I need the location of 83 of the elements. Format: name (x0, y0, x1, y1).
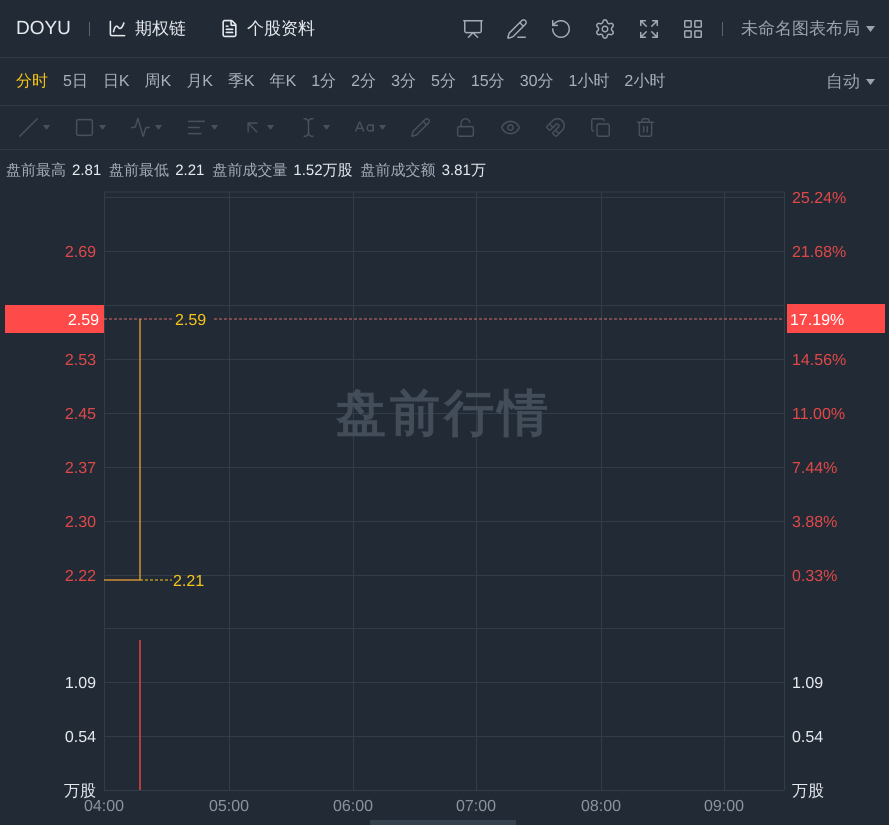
period-tab[interactable]: 1小时 (568, 71, 610, 92)
price-axis-label: 2.45 (64, 406, 96, 423)
magnet-icon (545, 117, 566, 138)
stat-value: 3.81万 (442, 160, 486, 180)
stat-value: 2.81 (72, 162, 102, 178)
rectangle-icon (74, 117, 95, 138)
caret-icon (866, 26, 875, 32)
period-tab[interactable]: 5分 (430, 71, 456, 92)
percent-axis-label: 0.33% (792, 568, 838, 585)
volume-unit-label: 万股 (792, 783, 824, 800)
percent-axis-label: 21.68% (792, 244, 846, 261)
percent-axis-label: 14.56% (792, 352, 846, 369)
scale-dropdown[interactable]: 自动 (826, 70, 875, 93)
pencil-icon (410, 117, 431, 138)
drawing-tool-button[interactable] (130, 117, 162, 138)
header-link[interactable]: 个股资料 (220, 17, 315, 40)
drawing-tool-button[interactable] (18, 117, 50, 138)
period-tab[interactable]: 2小时 (624, 71, 666, 92)
stat-value: 1.52万股 (293, 160, 353, 180)
percent-axis-label: 25.24% (792, 190, 846, 207)
settings-icon[interactable] (594, 18, 616, 40)
stat-label: 盘前成交额 (360, 160, 436, 180)
percent-axis-label: 11.00% (792, 406, 846, 423)
trash-icon (635, 117, 656, 138)
volume-unit-label: 万股 (64, 783, 96, 800)
period-tab[interactable]: 季K (228, 71, 255, 92)
stat-label: 盘前最低 (109, 160, 170, 180)
header-link[interactable]: 期权链 (108, 17, 186, 40)
time-axis-label: 08:00 (580, 798, 622, 815)
drawing-tool-button[interactable] (455, 117, 476, 138)
price-axis-label: 2.69 (64, 244, 96, 261)
period-tab[interactable]: 分时 (16, 71, 48, 92)
last-price-tag: 2.59 (5, 305, 104, 333)
period-tab[interactable]: 年K (270, 71, 296, 92)
stat-label: 盘前成交量 (212, 160, 288, 180)
period-tab[interactable]: 月K (186, 71, 213, 92)
document-icon (220, 19, 239, 38)
drawing-tool-button[interactable] (74, 117, 106, 138)
chart-icon (108, 19, 127, 38)
pen-icon[interactable] (506, 18, 528, 40)
low-price-label: 2.21 (173, 573, 204, 590)
period-tab[interactable]: 2分 (351, 71, 376, 92)
volume-axis-label: 0.54 (792, 729, 824, 746)
layers-icon (590, 117, 611, 138)
period-tab[interactable]: 1分 (311, 71, 336, 92)
refresh-icon[interactable] (550, 18, 572, 40)
price-axis-label: 2.22 (64, 568, 96, 585)
period-tab[interactable]: 5日 (63, 71, 88, 92)
drawing-tool-button[interactable] (635, 117, 656, 138)
price-axis-label: 2.30 (64, 514, 96, 531)
time-axis-label: 06:00 (332, 798, 374, 815)
time-axis-label: 09:00 (704, 798, 744, 815)
lock-icon (455, 117, 476, 138)
last-percent-tag: 17.19% (787, 304, 885, 333)
drawing-tool-button[interactable] (410, 117, 431, 138)
percent-axis-label: 7.44% (792, 460, 838, 477)
time-axis-label: 04:00 (84, 798, 124, 815)
period-tab[interactable]: 30分 (520, 71, 554, 92)
stat-label: 盘前最高 (6, 160, 66, 180)
price-axis-label: 2.37 (64, 460, 96, 477)
percent-axis-label: 3.88% (792, 514, 838, 531)
time-axis-label: 07:00 (456, 798, 496, 815)
scrollbar[interactable] (370, 820, 516, 825)
fullscreen-icon[interactable] (638, 18, 660, 40)
period-tab[interactable]: 日K (102, 71, 130, 92)
stat-value: 2.21 (175, 162, 204, 178)
period-tab[interactable]: 周K (144, 71, 172, 92)
line-icon (18, 117, 39, 138)
grid-icon[interactable] (682, 18, 704, 40)
stock-symbol: DOYU (16, 18, 71, 40)
wave-icon (130, 117, 151, 138)
price-axis-label: 2.53 (64, 352, 96, 369)
period-tab[interactable]: 15分 (470, 71, 505, 92)
drawing-tool-button[interactable] (545, 117, 566, 138)
time-axis-label: 05:00 (208, 798, 250, 815)
drawing-tool-button[interactable] (590, 117, 611, 138)
high-price-label: 2.59 (175, 312, 206, 329)
layout-dropdown[interactable]: 未命名图表布局 (741, 17, 875, 40)
caret-icon (866, 78, 875, 84)
volume-axis-label: 0.54 (64, 729, 96, 746)
period-tab[interactable]: 3分 (391, 71, 416, 92)
volume-axis-label: 1.09 (64, 675, 96, 692)
volume-axis-label: 1.09 (792, 675, 824, 692)
